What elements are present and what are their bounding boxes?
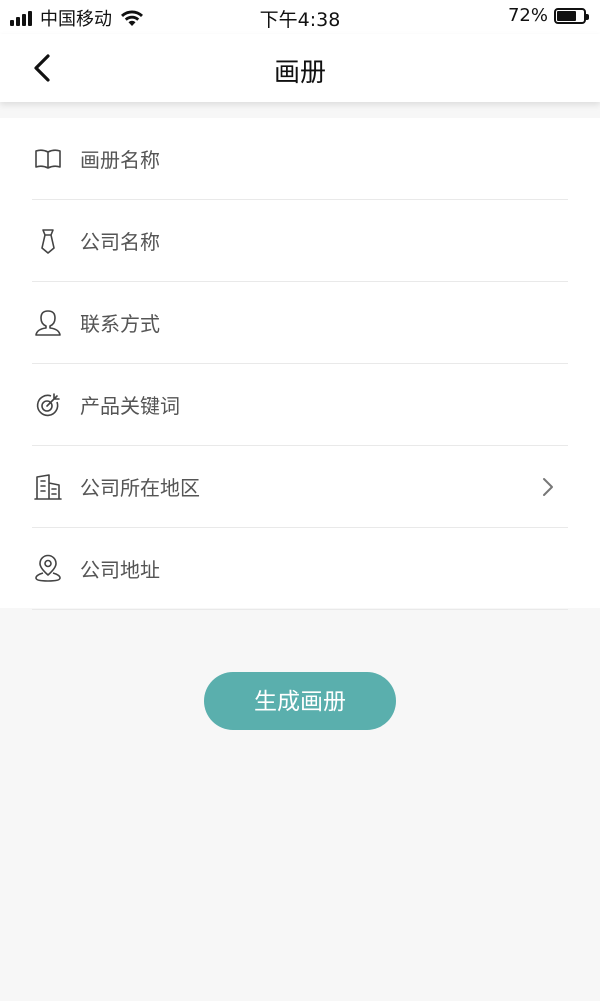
- location-pin-icon: [32, 553, 64, 585]
- row-label: 画册名称: [80, 148, 160, 172]
- row-label: 公司名称: [80, 230, 160, 254]
- album-form: 画册名称 公司名称 联系方式 产品关键词 公司所在地区 公司地址: [0, 118, 600, 610]
- row-product-keywords[interactable]: 产品关键词: [32, 364, 568, 446]
- building-icon: [32, 471, 64, 503]
- generate-album-button[interactable]: 生成画册: [204, 672, 396, 730]
- book-icon: [32, 143, 64, 175]
- row-company-name[interactable]: 公司名称: [32, 200, 568, 282]
- status-bar: 中国移动 下午4:38 72%: [0, 0, 600, 34]
- row-company-address[interactable]: 公司地址: [32, 528, 568, 610]
- row-label: 联系方式: [80, 312, 160, 336]
- tie-icon: [32, 225, 64, 257]
- row-company-region[interactable]: 公司所在地区: [32, 446, 568, 528]
- status-right: 72%: [507, 5, 589, 26]
- nav-bar: 画册: [0, 34, 600, 102]
- row-label: 公司地址: [80, 558, 160, 582]
- target-icon: [32, 389, 64, 421]
- row-contact[interactable]: 联系方式: [32, 282, 568, 364]
- battery-fill: [557, 10, 576, 21]
- row-album-name[interactable]: 画册名称: [32, 118, 568, 200]
- row-label: 公司所在地区: [80, 476, 200, 500]
- row-label: 产品关键词: [80, 394, 180, 418]
- chevron-right-icon: [543, 478, 553, 496]
- person-icon: [32, 307, 64, 339]
- battery-icon: [554, 7, 589, 24]
- battery-tip: [586, 13, 589, 20]
- page-title: 画册: [273, 58, 326, 88]
- battery-percent: 72%: [507, 5, 548, 26]
